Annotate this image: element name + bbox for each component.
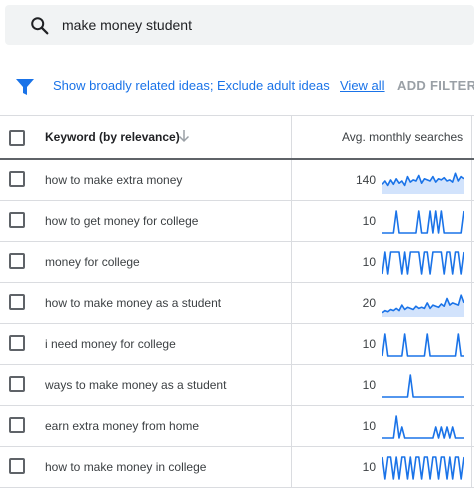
exclude-adult-link[interactable]: Exclude adult ideas bbox=[217, 78, 330, 93]
filter-icon[interactable] bbox=[15, 78, 35, 96]
keyword-cell: how to make extra money bbox=[45, 173, 183, 187]
column-divider bbox=[471, 447, 472, 487]
column-divider bbox=[291, 242, 292, 282]
search-bar[interactable]: make money student bbox=[5, 5, 474, 45]
table-header: Keyword (by relevance) Avg. monthly sear… bbox=[0, 115, 474, 160]
table-row[interactable]: i need money for college 10 bbox=[0, 324, 474, 365]
table-row[interactable]: how to make money as a student 20 bbox=[0, 283, 474, 324]
search-input[interactable]: make money student bbox=[62, 17, 192, 33]
column-divider bbox=[291, 447, 292, 487]
row-checkbox[interactable] bbox=[9, 171, 25, 187]
search-icon[interactable] bbox=[29, 15, 51, 37]
column-divider bbox=[291, 324, 292, 364]
broadly-related-link[interactable]: Show broadly related ideas; bbox=[53, 78, 213, 93]
keyword-cell: money for college bbox=[45, 255, 140, 269]
volume-cell: 10 bbox=[362, 378, 376, 392]
trend-sparkline bbox=[382, 172, 464, 194]
arrow-down-icon[interactable] bbox=[178, 129, 190, 143]
trend-sparkline bbox=[382, 333, 464, 357]
trend-sparkline bbox=[382, 456, 464, 480]
trend-sparkline bbox=[382, 374, 464, 398]
column-divider bbox=[471, 283, 472, 323]
keyword-cell: how to get money for college bbox=[45, 214, 199, 228]
row-checkbox[interactable] bbox=[9, 458, 25, 474]
volume-cell: 140 bbox=[355, 173, 376, 187]
column-divider bbox=[291, 406, 292, 446]
table-row[interactable]: how to get money for college 10 bbox=[0, 201, 474, 242]
view-all-link[interactable]: View all bbox=[340, 78, 385, 93]
table-row[interactable]: earn extra money from home 10 bbox=[0, 406, 474, 447]
sparkline-line bbox=[382, 333, 464, 357]
row-checkbox[interactable] bbox=[9, 376, 25, 392]
table-body: how to make extra money 140 how to get mon… bbox=[0, 160, 474, 488]
trend-sparkline bbox=[382, 210, 464, 234]
table-row[interactable]: how to make extra money 140 bbox=[0, 160, 474, 201]
row-checkbox[interactable] bbox=[9, 212, 25, 228]
column-divider bbox=[471, 324, 472, 364]
keyword-column-header[interactable]: Keyword (by relevance) bbox=[45, 130, 180, 144]
volume-cell: 10 bbox=[362, 255, 376, 269]
add-filter-button[interactable]: ADD FILTER bbox=[397, 78, 474, 93]
column-divider bbox=[471, 406, 472, 446]
volume-cell: 10 bbox=[362, 337, 376, 351]
column-divider bbox=[471, 116, 472, 158]
sparkline-line bbox=[382, 374, 464, 398]
column-divider bbox=[471, 365, 472, 405]
volume-cell: 20 bbox=[362, 296, 376, 310]
column-divider bbox=[471, 160, 472, 200]
volume-cell: 10 bbox=[362, 214, 376, 228]
table-row[interactable]: money for college 10 bbox=[0, 242, 474, 283]
column-divider bbox=[471, 201, 472, 241]
row-checkbox[interactable] bbox=[9, 294, 25, 310]
keyword-cell: i need money for college bbox=[45, 337, 176, 351]
column-divider bbox=[291, 283, 292, 323]
searches-column-header[interactable]: Avg. monthly searches bbox=[342, 130, 463, 144]
table-row[interactable]: ways to make money as a student 10 bbox=[0, 365, 474, 406]
sparkline-line bbox=[382, 251, 464, 275]
column-divider bbox=[291, 365, 292, 405]
column-divider bbox=[471, 242, 472, 282]
row-checkbox[interactable] bbox=[9, 253, 25, 269]
trend-sparkline bbox=[382, 415, 464, 439]
volume-cell: 10 bbox=[362, 460, 376, 474]
filter-row: Show broadly related ideas; Exclude adul… bbox=[0, 70, 474, 100]
keyword-cell: ways to make money as a student bbox=[45, 378, 227, 392]
volume-cell: 10 bbox=[362, 419, 376, 433]
sparkline-area bbox=[382, 295, 464, 317]
keyword-table: Keyword (by relevance) Avg. monthly sear… bbox=[0, 115, 474, 488]
trend-sparkline bbox=[382, 294, 464, 317]
keyword-cell: earn extra money from home bbox=[45, 419, 200, 433]
row-checkbox[interactable] bbox=[9, 335, 25, 351]
column-divider bbox=[291, 160, 292, 200]
table-row[interactable]: how to make money in college 10 bbox=[0, 447, 474, 488]
column-divider bbox=[291, 201, 292, 241]
column-divider bbox=[291, 116, 292, 158]
sparkline-line bbox=[382, 210, 464, 234]
sparkline-line bbox=[382, 415, 464, 439]
trend-sparkline bbox=[382, 251, 464, 275]
row-checkbox[interactable] bbox=[9, 417, 25, 433]
sparkline-line bbox=[382, 456, 464, 480]
keyword-cell: how to make money in college bbox=[45, 460, 207, 474]
select-all-checkbox[interactable] bbox=[9, 130, 25, 146]
keyword-cell: how to make money as a student bbox=[45, 296, 222, 310]
